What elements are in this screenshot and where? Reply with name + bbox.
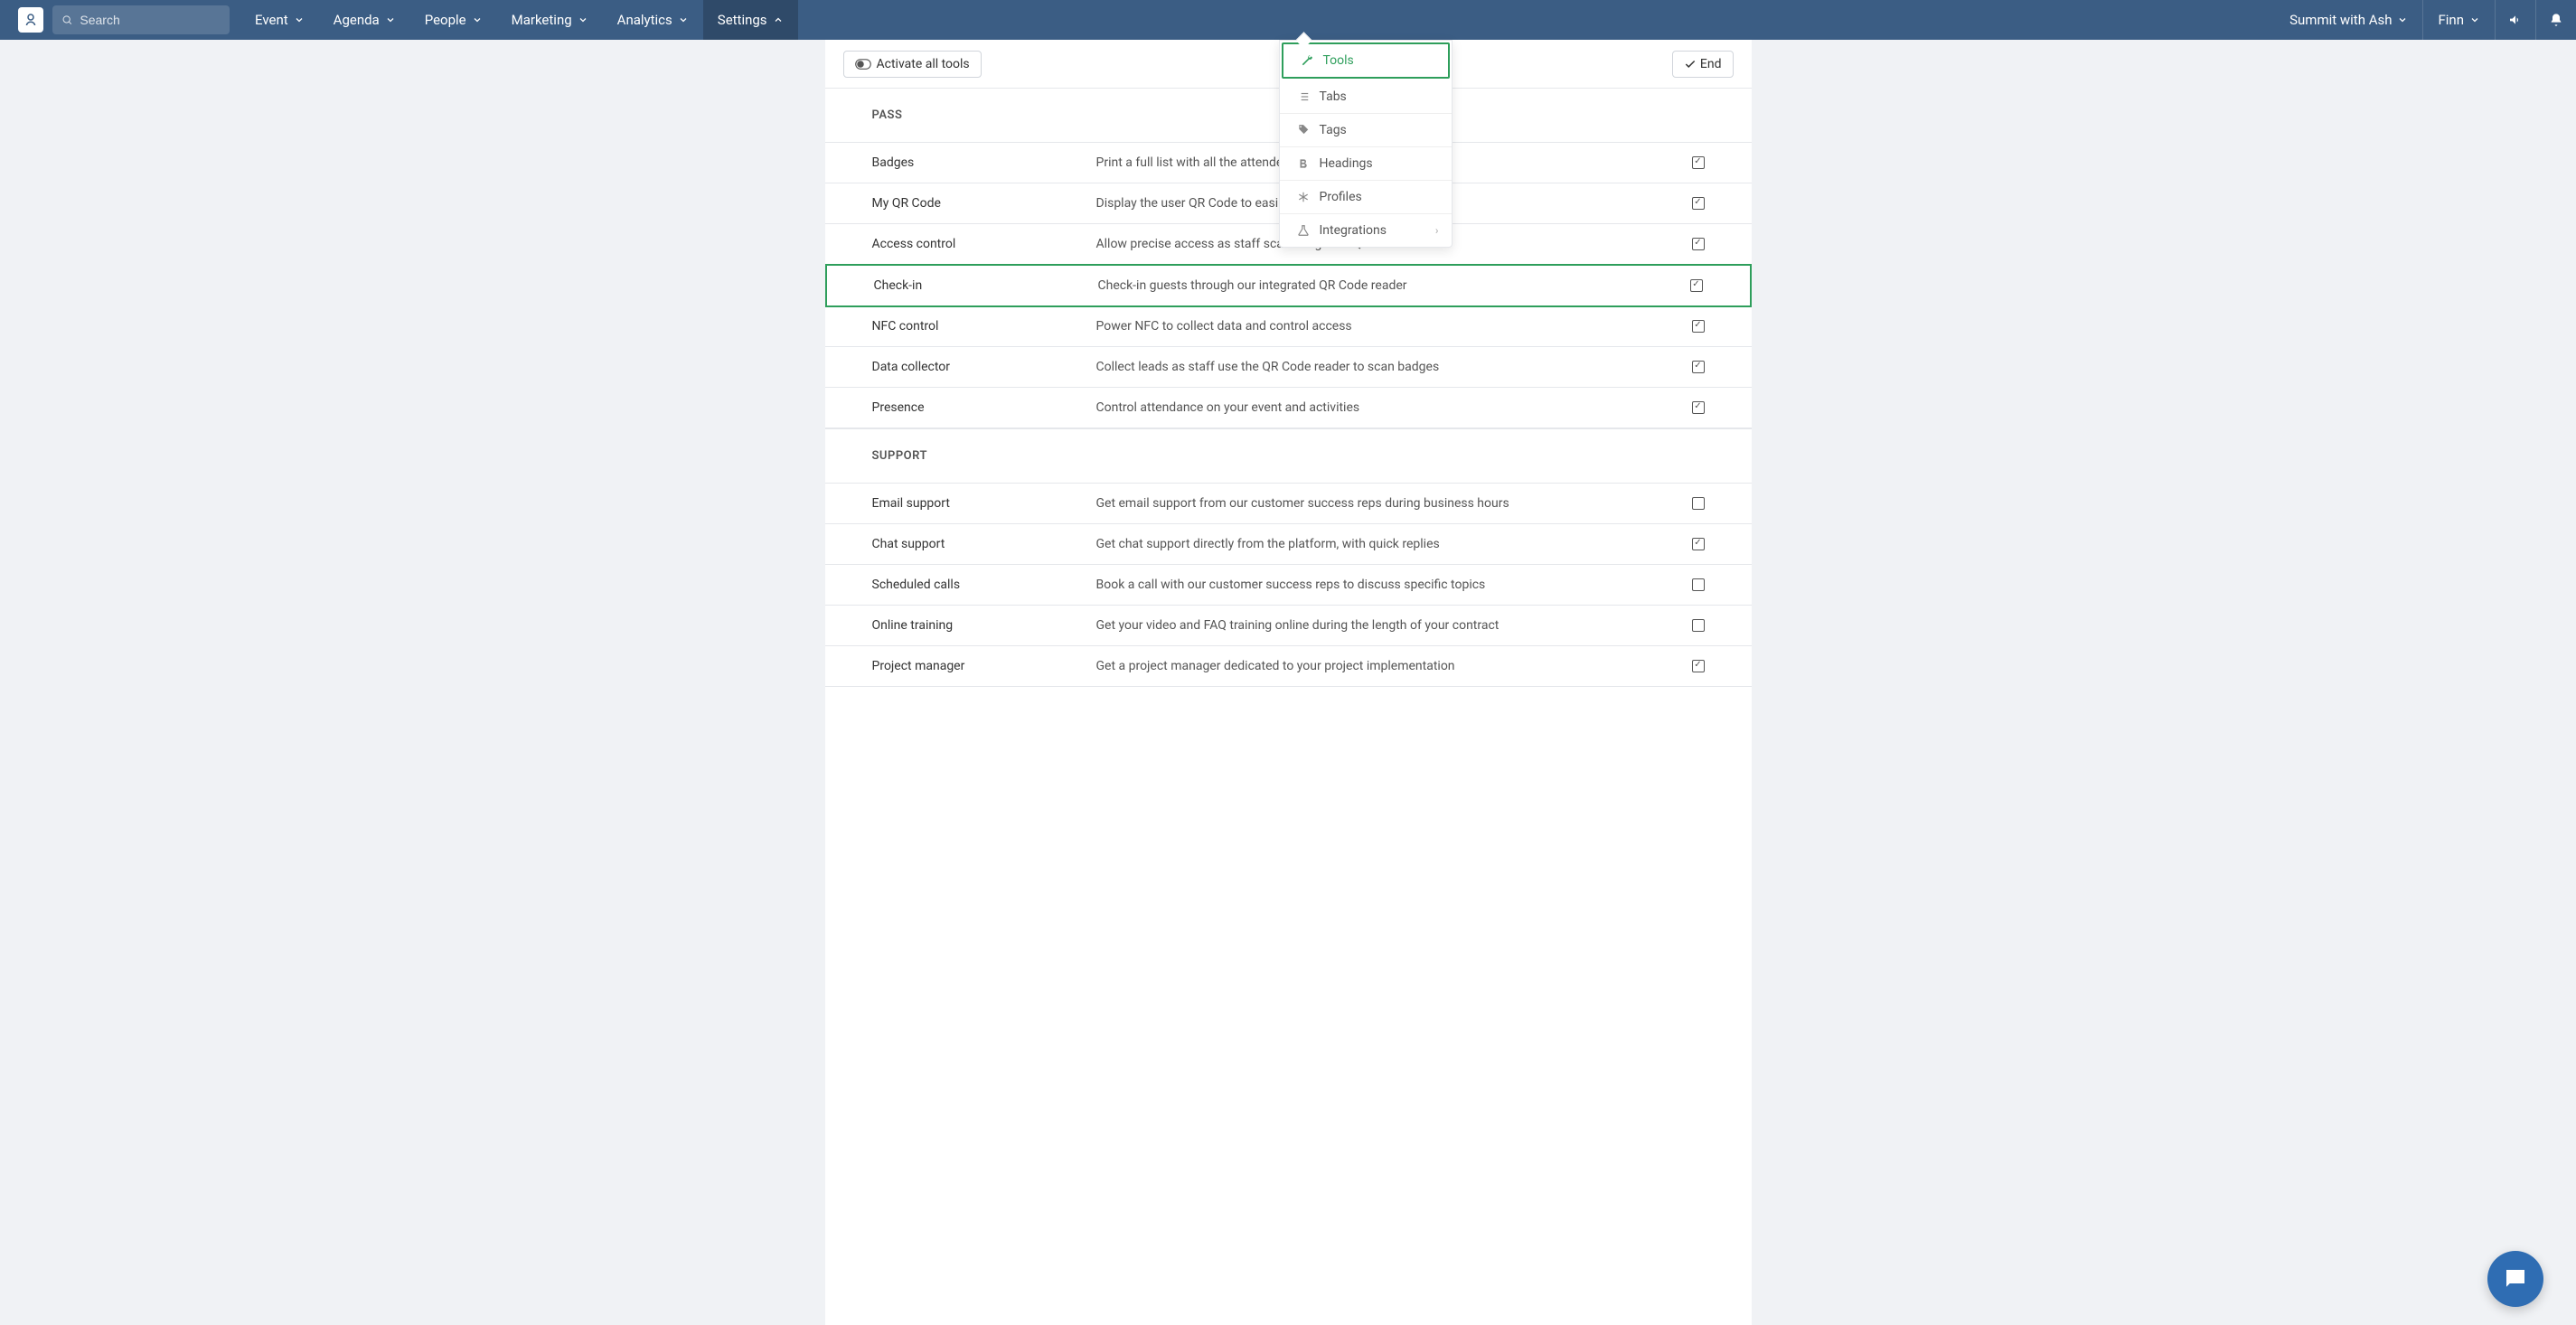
dropdown-item-profiles[interactable]: Profiles <box>1280 181 1452 214</box>
tool-checkbox[interactable] <box>1692 238 1705 250</box>
nav-item-settings[interactable]: Settings <box>703 0 798 40</box>
tool-name: Scheduled calls <box>872 578 1096 592</box>
list-icon <box>1293 90 1314 103</box>
user-menu-0[interactable]: Summit with Ash <box>2275 0 2422 40</box>
activate-all-label: Activate all tools <box>877 57 970 71</box>
flask-icon <box>1293 224 1314 237</box>
nav-item-people[interactable]: People <box>410 0 497 40</box>
tool-checkbox[interactable] <box>1692 197 1705 210</box>
tool-description: Collect leads as staff use the QR Code r… <box>1096 360 1659 374</box>
nav-label: Marketing <box>512 12 572 28</box>
dropdown-item-tabs[interactable]: Tabs <box>1280 80 1452 114</box>
tool-description: Book a call with our customer success re… <box>1096 578 1659 592</box>
nav-label: Settings <box>718 12 767 28</box>
tool-checkbox[interactable] <box>1692 619 1705 632</box>
tool-row[interactable]: Email supportGet email support from our … <box>825 484 1752 524</box>
tool-description: Get your video and FAQ training online d… <box>1096 618 1659 633</box>
nav-label: Agenda <box>334 12 380 28</box>
dropdown-item-tools[interactable]: Tools <box>1282 42 1450 79</box>
tool-description: Get a project manager dedicated to your … <box>1096 659 1659 673</box>
tool-description: Control attendance on your event and act… <box>1096 400 1659 415</box>
tool-checkbox[interactable] <box>1692 361 1705 373</box>
tool-description: Get chat support directly from the platf… <box>1096 537 1659 551</box>
tool-row[interactable]: Project managerGet a project manager ded… <box>825 646 1752 687</box>
tool-name: Chat support <box>872 537 1096 551</box>
check-icon <box>1684 58 1697 70</box>
dropdown-item-integrations[interactable]: Integrations › <box>1280 214 1452 247</box>
tool-name: Badges <box>872 155 1096 170</box>
app-logo[interactable] <box>18 7 43 33</box>
tool-row[interactable]: Scheduled callsBook a call with our cust… <box>825 565 1752 606</box>
announcements-button[interactable] <box>2496 0 2535 40</box>
dropdown-item-label: Tools <box>1323 53 1354 68</box>
dropdown-item-tags[interactable]: Tags <box>1280 114 1452 147</box>
activate-all-tools-button[interactable]: Activate all tools <box>843 51 982 78</box>
dropdown-item-label: Profiles <box>1320 190 1362 204</box>
tool-checkbox[interactable] <box>1692 401 1705 414</box>
tool-name: My QR Code <box>872 196 1096 211</box>
tool-checkbox[interactable] <box>1692 320 1705 333</box>
dropdown-item-label: Integrations <box>1320 223 1387 238</box>
tool-checkbox[interactable] <box>1690 279 1703 292</box>
chat-icon <box>2502 1265 2529 1292</box>
asterisk-icon <box>1293 191 1314 203</box>
search-input-wrap[interactable] <box>52 5 230 34</box>
tool-checkbox[interactable] <box>1692 156 1705 169</box>
tool-checkbox[interactable] <box>1692 578 1705 591</box>
tool-row[interactable]: NFC controlPower NFC to collect data and… <box>825 306 1752 347</box>
bold-icon <box>1293 157 1314 170</box>
nav-item-event[interactable]: Event <box>240 0 319 40</box>
dropdown-item-headings[interactable]: Headings <box>1280 147 1452 181</box>
main-content: Activate all tools End PASSBadgesPrint a… <box>825 40 1752 1325</box>
section-header-support: SUPPORT <box>825 428 1752 484</box>
notifications-button[interactable] <box>2536 0 2576 40</box>
end-button[interactable]: End <box>1672 51 1734 78</box>
nav-label: Analytics <box>617 12 672 28</box>
user-menu-label: Summit with Ash <box>2289 12 2392 28</box>
nav-label: Event <box>255 12 288 28</box>
tool-name: Check-in <box>874 278 1098 293</box>
toggle-off-icon <box>855 59 871 70</box>
user-menu-1[interactable]: Finn <box>2423 0 2495 40</box>
megaphone-icon <box>2508 13 2523 27</box>
chat-widget-button[interactable] <box>2487 1251 2543 1307</box>
nav-item-agenda[interactable]: Agenda <box>319 0 410 40</box>
end-label: End <box>1700 57 1722 71</box>
tool-name: Access control <box>872 237 1096 251</box>
dropdown-item-label: Headings <box>1320 156 1373 171</box>
user-menu-label: Finn <box>2438 12 2464 28</box>
tool-checkbox[interactable] <box>1692 660 1705 672</box>
tool-checkbox[interactable] <box>1692 538 1705 550</box>
tool-row[interactable]: Check-inCheck-in guests through our inte… <box>825 264 1752 307</box>
tool-checkbox[interactable] <box>1692 497 1705 510</box>
search-input[interactable] <box>80 13 221 27</box>
nav-item-marketing[interactable]: Marketing <box>497 0 603 40</box>
tool-name: Project manager <box>872 659 1096 673</box>
tool-name: NFC control <box>872 319 1096 334</box>
bell-icon <box>2549 13 2563 27</box>
tag-icon <box>1293 124 1314 136</box>
wrench-icon <box>1296 54 1318 67</box>
dropdown-item-label: Tags <box>1320 123 1347 137</box>
tool-row[interactable]: Online trainingGet your video and FAQ tr… <box>825 606 1752 646</box>
tool-name: Presence <box>872 400 1096 415</box>
tool-row[interactable]: Chat supportGet chat support directly fr… <box>825 524 1752 565</box>
tool-description: Power NFC to collect data and control ac… <box>1096 319 1659 334</box>
search-icon <box>61 14 72 26</box>
settings-dropdown: Tools Tabs Tags Headings Profiles Integration… <box>1279 40 1453 248</box>
topbar: Event Agenda People Marketing Analytics Setti… <box>0 0 2576 40</box>
tool-row[interactable]: Data collectorCollect leads as staff use… <box>825 347 1752 388</box>
nav-label: People <box>425 12 466 28</box>
tool-name: Online training <box>872 618 1096 633</box>
nav-item-analytics[interactable]: Analytics <box>603 0 703 40</box>
tool-name: Data collector <box>872 360 1096 374</box>
tool-name: Email support <box>872 496 1096 511</box>
tool-description: Check-in guests through our integrated Q… <box>1098 278 1658 293</box>
tool-description: Get email support from our customer succ… <box>1096 496 1659 511</box>
chevron-right-icon: › <box>1435 224 1439 237</box>
dropdown-item-label: Tabs <box>1320 89 1347 104</box>
tool-row[interactable]: PresenceControl attendance on your event… <box>825 388 1752 428</box>
